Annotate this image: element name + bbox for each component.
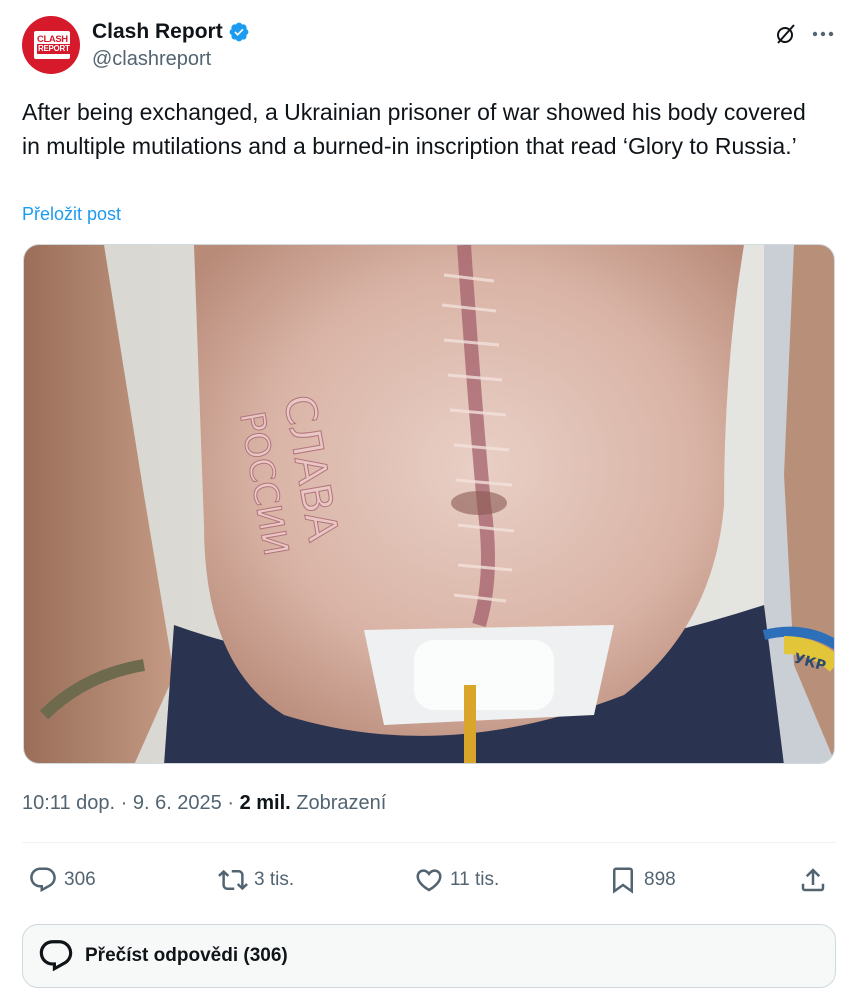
meta-separator: · <box>227 792 240 814</box>
verified-badge-icon[interactable] <box>228 21 250 43</box>
reply-button[interactable]: 306 <box>28 860 96 900</box>
like-count: 11 tis. <box>450 869 500 890</box>
bookmark-count: 898 <box>644 869 676 890</box>
bookmark-button[interactable]: 898 <box>608 860 676 900</box>
speech-bubble-icon <box>39 940 73 972</box>
repost-icon <box>218 869 248 891</box>
action-bar: 306 3 tis. 11 tis. 898 <box>22 860 836 900</box>
read-replies-button[interactable]: Přečíst odpovědi (306) <box>22 924 836 988</box>
avatar-logo-bottom: REPORT <box>37 44 71 54</box>
translate-link[interactable]: Přeložit post <box>22 204 121 225</box>
views-label: Zobrazení <box>296 792 387 814</box>
repost-count: 3 tis. <box>254 869 295 890</box>
tweet-header: CLASH REPORT Clash Report @clashreport <box>22 16 836 76</box>
reply-count: 306 <box>64 869 96 890</box>
avatar[interactable]: CLASH REPORT <box>22 16 80 74</box>
display-name[interactable]: Clash Report <box>92 20 223 44</box>
name-row: Clash Report <box>92 18 250 46</box>
photo-illustration: СЛАВА РОССИИ УКР <box>24 245 834 763</box>
views-count: 2 mil. <box>239 792 291 814</box>
share-button[interactable] <box>798 860 828 900</box>
tweet-photo[interactable]: СЛАВА РОССИИ УКР <box>23 244 835 764</box>
tweet-text: After being exchanged, a Ukrainian priso… <box>22 99 806 159</box>
like-button[interactable]: 11 tis. <box>414 860 499 900</box>
like-icon <box>416 869 442 892</box>
share-icon <box>801 868 825 892</box>
grok-icon[interactable] <box>774 22 798 46</box>
bookmark-icon <box>613 867 633 894</box>
read-replies-label: Přečíst odpovědi (306) <box>85 945 288 966</box>
reply-icon <box>30 867 56 893</box>
handle[interactable]: @clashreport <box>92 48 211 71</box>
tweet-time[interactable]: 10:11 dop. <box>22 792 115 814</box>
more-icon[interactable] <box>810 22 836 46</box>
meta-separator: · <box>120 792 133 814</box>
repost-button[interactable]: 3 tis. <box>218 860 294 900</box>
tweet-date[interactable]: 9. 6. 2025 <box>133 792 222 814</box>
tweet-meta: 10:11 dop. · 9. 6. 2025 · 2 mil. Zobraze… <box>22 792 386 815</box>
divider <box>22 842 836 843</box>
